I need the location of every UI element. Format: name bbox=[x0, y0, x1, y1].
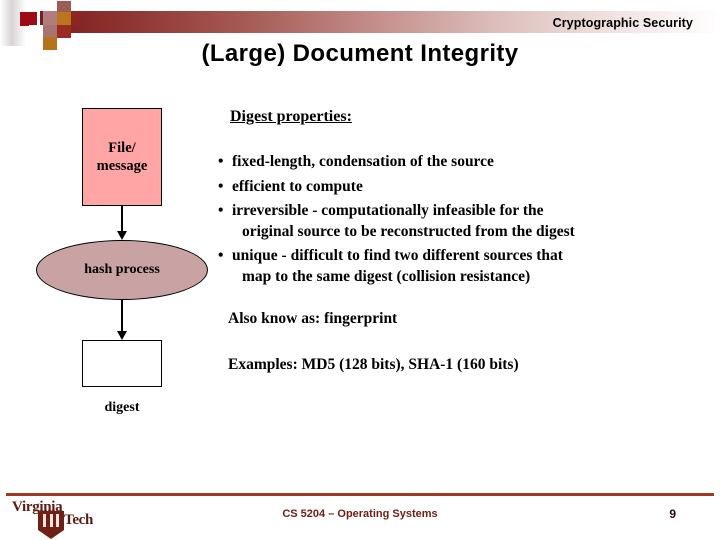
list-item: • fixed-length, condensation of the sour… bbox=[218, 152, 698, 173]
section-label: Cryptographic Security bbox=[552, 16, 693, 30]
bullet-icon: • bbox=[218, 247, 224, 265]
list-item-line1: efficient to compute bbox=[232, 177, 363, 195]
list-item: • efficient to compute bbox=[218, 177, 698, 198]
list-item-line1: irreversible - computationally infeasibl… bbox=[232, 202, 544, 220]
hash-process-label: hash process bbox=[84, 262, 160, 277]
file-message-box: File/ message bbox=[82, 108, 162, 206]
examples-text: Examples: MD5 (128 bits), SHA-1 (160 bit… bbox=[228, 355, 519, 373]
digest-box bbox=[82, 340, 162, 387]
bullet-icon: • bbox=[218, 153, 224, 170]
list-item: • unique - difficult to find two differe… bbox=[218, 246, 698, 287]
shield-point bbox=[38, 530, 64, 539]
bullet-icon: • bbox=[218, 202, 224, 220]
bullet-icon: • bbox=[218, 177, 224, 195]
hash-process-ellipse: hash process bbox=[36, 240, 208, 300]
slide-number: 9 bbox=[669, 507, 676, 521]
file-message-line2: message bbox=[96, 158, 148, 174]
file-message-line1: File/ bbox=[108, 139, 136, 156]
list-item-line2: original source to be reconstructed from… bbox=[242, 222, 575, 240]
content-column: Digest properties: • fixed-length, conde… bbox=[218, 108, 698, 374]
digest-box-label: digest bbox=[104, 400, 140, 415]
list-item-line2: map to the same digest (collision resist… bbox=[242, 268, 531, 286]
footer-course-label: CS 5204 – Operating Systems bbox=[282, 508, 438, 520]
also-known-as-text: Also know as: fingerprint bbox=[228, 309, 398, 327]
list-item: • irreversible - computationally infeasi… bbox=[218, 201, 698, 242]
arrow-hash-to-digest-head bbox=[117, 331, 127, 340]
arrow-file-to-hash-head bbox=[117, 231, 127, 240]
list-item-line1: fixed-length, condensation of the source bbox=[232, 153, 494, 170]
footer-divider bbox=[6, 493, 714, 496]
hash-flow-diagram: File/ message hash process digest bbox=[0, 0, 230, 440]
digest-properties-heading: Digest properties: bbox=[230, 108, 352, 125]
list-item-line1: unique - difficult to find two different… bbox=[232, 247, 563, 265]
digest-properties-list: • fixed-length, condensation of the sour… bbox=[218, 152, 698, 288]
arrow-hash-to-digest-line bbox=[121, 300, 123, 334]
arrow-file-to-hash-line bbox=[121, 206, 123, 234]
